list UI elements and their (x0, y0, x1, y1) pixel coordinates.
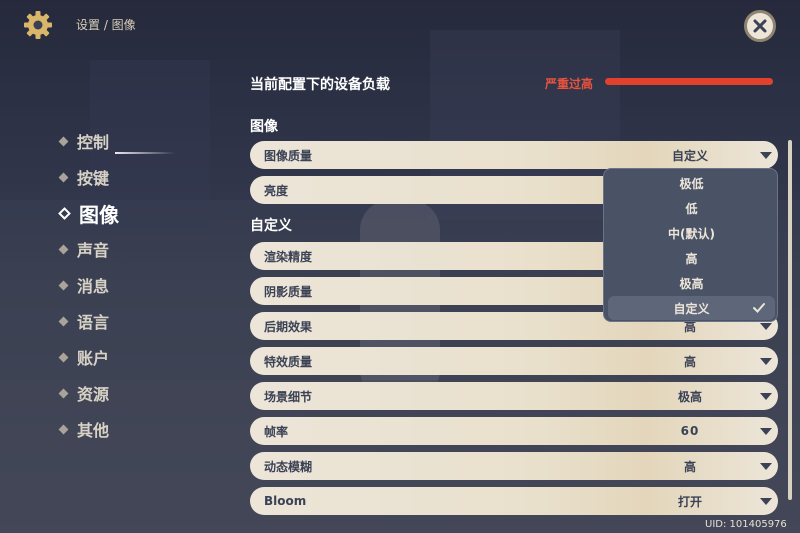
setting-name: 场景细节 (264, 389, 313, 404)
diamond-icon (58, 424, 69, 434)
diamond-icon (58, 172, 69, 182)
sidebar-item-label: 按键 (77, 169, 110, 188)
sidebar-item-label: 图像 (79, 202, 119, 227)
setting-name: 阴影质量 (264, 284, 313, 299)
setting-value: 自定义 (671, 148, 708, 163)
sidebar-item-label: 语言 (77, 313, 110, 332)
diamond-icon (58, 280, 69, 290)
dropdown-option-label: 自定义 (673, 301, 710, 316)
setting-row-motion-blur[interactable]: 动态模糊 高 (250, 452, 778, 480)
sidebar-item-label: 账户 (77, 349, 110, 368)
image-quality-dropdown: 极低 低 中(默认) 高 极高 自定义 (603, 168, 778, 322)
setting-row-image-quality[interactable]: 图像质量 自定义 (250, 141, 778, 169)
diamond-icon (58, 316, 69, 326)
chevron-down-icon (760, 152, 772, 159)
dropdown-option[interactable]: 极高 (604, 271, 777, 295)
device-load-bar (605, 78, 773, 85)
setting-value: 极高 (677, 389, 702, 404)
setting-name: 图像质量 (264, 148, 313, 163)
setting-row-bloom[interactable]: Bloom 打开 (250, 487, 778, 515)
sidebar-item-messages[interactable]: 消息 (58, 270, 110, 300)
gear-icon (22, 9, 54, 41)
chevron-down-icon (760, 358, 772, 365)
sidebar-item-account[interactable]: 账户 (58, 342, 110, 372)
checkmark-icon (753, 303, 765, 313)
sidebar-item-keys[interactable]: 按键 (58, 162, 110, 192)
scrollbar-thumb[interactable] (788, 140, 792, 500)
dropdown-option-selected[interactable]: 自定义 (608, 296, 775, 320)
setting-name: 特效质量 (264, 354, 313, 369)
dropdown-option[interactable]: 中(默认) (604, 221, 777, 245)
device-load-title: 当前配置下的设备负载 (250, 77, 390, 93)
setting-value: 高 (683, 459, 696, 474)
setting-name: 后期效果 (264, 319, 313, 334)
uid-label: UID: 101405976 (705, 519, 787, 530)
setting-name: 动态模糊 (264, 459, 313, 474)
chevron-down-icon (760, 393, 772, 400)
section-title-image: 图像 (250, 119, 278, 135)
sidebar-item-controls[interactable]: 控制 (58, 126, 110, 156)
sidebar-item-language[interactable]: 语言 (58, 306, 110, 336)
sidebar-item-label: 其他 (77, 421, 110, 440)
setting-name: Bloom (264, 494, 307, 508)
setting-row-frame-rate[interactable]: 帧率 60 (250, 417, 778, 445)
breadcrumb: 设置 / 图像 (76, 18, 136, 32)
section-title-custom: 自定义 (250, 218, 292, 234)
device-load-status: 严重过高 (545, 77, 594, 91)
setting-row-scene-detail[interactable]: 场景细节 极高 (250, 382, 778, 410)
dropdown-option[interactable]: 极低 (604, 171, 777, 195)
setting-name: 亮度 (264, 183, 289, 198)
setting-name: 帧率 (264, 424, 289, 439)
scrollbar[interactable] (788, 140, 792, 500)
setting-value: 60 (680, 424, 700, 438)
chevron-down-icon (760, 463, 772, 470)
sidebar-item-resources[interactable]: 资源 (58, 378, 110, 408)
setting-value: 高 (683, 354, 696, 369)
sidebar-item-other[interactable]: 其他 (58, 414, 110, 444)
dropdown-option[interactable]: 低 (604, 196, 777, 220)
sidebar-item-sound[interactable]: 声音 (58, 234, 110, 264)
chevron-down-icon (760, 323, 772, 330)
chevron-down-icon (760, 428, 772, 435)
setting-name: 渲染精度 (264, 249, 313, 264)
diamond-icon (58, 136, 69, 146)
sidebar-item-label: 控制 (77, 133, 110, 152)
sidebar-item-label: 声音 (77, 241, 110, 260)
active-indicator (115, 152, 175, 154)
sidebar-item-label: 资源 (77, 385, 110, 404)
sidebar-item-graphics[interactable]: 图像 (58, 198, 119, 228)
diamond-icon (58, 244, 69, 254)
diamond-icon (58, 206, 71, 220)
diamond-icon (58, 388, 69, 398)
chevron-down-icon (760, 498, 772, 505)
dropdown-option[interactable]: 高 (604, 246, 777, 270)
setting-value: 打开 (677, 494, 702, 509)
sidebar-item-label: 消息 (77, 277, 110, 296)
diamond-icon (58, 352, 69, 362)
setting-row-effects-quality[interactable]: 特效质量 高 (250, 347, 778, 375)
